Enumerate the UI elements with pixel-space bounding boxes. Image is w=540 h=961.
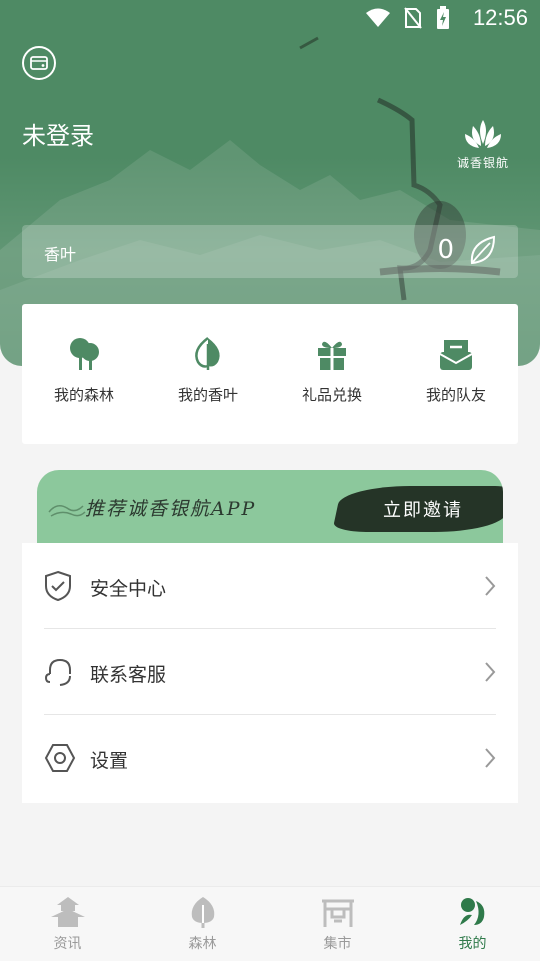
wallet-icon [30,56,48,70]
tree-icon [70,338,99,370]
market-icon [321,899,354,927]
banner-title: 推荐诚香银航APP [85,498,257,520]
lotus-icon [465,120,501,148]
my-leaf-button[interactable]: 我的香叶 [146,304,270,444]
chevron-right-icon [485,748,496,768]
chevron-right-icon [485,576,496,596]
message-icon [439,340,473,370]
quick-action-label: 我的香叶 [177,386,238,404]
status-icons [366,6,450,30]
wifi-icon [366,8,390,27]
bottom-tab-bar: 资讯 森林 集市 我的 [0,886,540,961]
leaf-outline-icon [470,235,496,265]
tab-market[interactable]: 集市 [270,887,405,961]
tab-news[interactable]: 资讯 [0,887,135,961]
leaf-balance-bar[interactable]: 香叶 0 [22,225,518,278]
logo-text: 诚香银航 [456,156,509,170]
menu-item-label: 联系客服 [90,664,167,686]
gear-icon [44,744,76,772]
no-sim-icon [404,7,422,29]
shield-icon [45,570,71,602]
gift-icon [318,341,346,370]
leaf-count: 0 [437,235,454,265]
menu-item-label: 安全中心 [90,578,167,600]
customer-service-item[interactable]: 联系客服 [44,629,496,715]
tab-forest[interactable]: 森林 [135,887,270,961]
tab-mine[interactable]: 我的 [405,887,540,961]
tab-label: 集市 [323,936,352,952]
security-center-item[interactable]: 安全中心 [44,543,496,629]
quick-action-label: 我的队友 [425,386,486,404]
profile-icon [459,898,484,925]
leaf-icon [195,337,220,370]
brand-logo: 诚香银航 [452,118,514,176]
headset-icon [44,658,71,686]
settings-item[interactable]: 设置 [44,715,496,801]
quick-action-label: 礼品兑换 [301,386,362,404]
gift-exchange-button[interactable]: 礼品兑换 [270,304,394,444]
my-forest-button[interactable]: 我的森林 [22,304,146,444]
wallet-button[interactable] [22,46,56,80]
tab-label: 森林 [188,936,217,952]
quick-action-label: 我的森林 [53,386,114,404]
status-bar: 12:56 [0,0,540,36]
quick-actions: 我的森林 我的香叶 礼品兑换 我的队友 [22,304,518,444]
leaf-label: 香叶 [44,245,77,264]
battery-icon [437,6,449,29]
invite-banner[interactable]: 推荐诚香银航APP 立即邀请 [37,470,503,544]
cloud-swirl-icon [48,505,86,517]
my-team-button[interactable]: 我的队友 [394,304,518,444]
tab-label: 我的 [458,936,487,952]
tab-label: 资讯 [53,936,82,952]
login-status[interactable]: 未登录 [22,116,94,151]
chevron-right-icon [485,662,496,682]
invite-button[interactable]: 立即邀请 [383,496,463,522]
menu-item-label: 设置 [90,750,129,772]
pagoda-icon [50,897,85,927]
settings-menu: 安全中心 联系客服 设置 [22,543,518,803]
tree-icon [191,897,214,928]
status-time: 12:56 [472,5,528,30]
